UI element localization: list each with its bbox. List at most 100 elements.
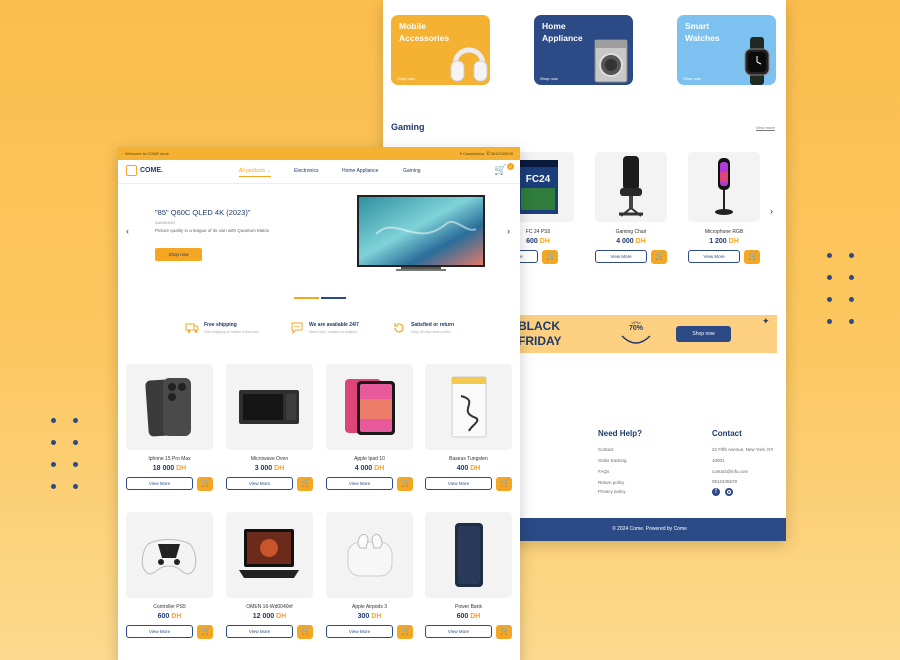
product-name: Baseus Tungsten xyxy=(449,456,488,462)
add-to-cart-button[interactable]: 🛒 xyxy=(496,477,512,491)
view-more-button[interactable]: View More xyxy=(425,477,492,490)
topbar-contact: ⌖ Casablanca ✆ 0612345678 xyxy=(459,151,513,156)
gaming-chair-icon xyxy=(619,156,643,217)
feature-subtitle: Free shipping on orders in Morocco xyxy=(204,330,260,334)
product-image[interactable] xyxy=(226,512,313,598)
product-image[interactable] xyxy=(595,152,667,222)
footer-link-privacy-policy[interactable]: Privacy policy xyxy=(598,489,626,494)
gaming-section-title: Gaming xyxy=(391,122,425,132)
product-image[interactable] xyxy=(326,512,413,598)
product-card: Microwave Oven 3 000 DH View More 🛒 xyxy=(226,364,313,491)
hero-prev-icon[interactable]: ‹ xyxy=(126,226,129,236)
truck-icon xyxy=(185,323,199,333)
location-icon: ⌖ xyxy=(459,151,462,156)
cart-icon[interactable]: 🛒 xyxy=(494,165,506,176)
gaming-view-more-link[interactable]: View more xyxy=(756,125,775,130)
view-more-button[interactable]: View More xyxy=(425,625,492,638)
carousel-next-icon[interactable]: › xyxy=(770,206,773,216)
add-to-cart-button[interactable]: 🛒 xyxy=(197,625,213,639)
facebook-icon[interactable]: f xyxy=(712,488,720,496)
brand-logo[interactable]: COME. xyxy=(126,165,163,176)
nav-electronics[interactable]: Electronics xyxy=(294,168,318,174)
product-price: 400 DH xyxy=(456,465,481,472)
category-shop-now[interactable]: Shop now xyxy=(397,76,415,81)
slider-indicator-active[interactable] xyxy=(294,297,319,299)
view-more-button[interactable]: View More xyxy=(126,477,193,490)
add-to-cart-button[interactable]: 🛒 xyxy=(651,250,667,264)
add-to-cart-button[interactable]: 🛒 xyxy=(496,625,512,639)
game-case-icon: FC24 xyxy=(518,160,558,214)
instagram-icon[interactable] xyxy=(725,488,733,496)
product-name: Power Bank xyxy=(455,604,482,610)
view-more-button[interactable]: View More xyxy=(326,477,393,490)
decorative-dots-left xyxy=(51,418,78,489)
hero-brand: SAMSUNG xyxy=(155,220,176,225)
product-name: Apple Airpods 3 xyxy=(351,604,388,610)
footer-email[interactable]: contact@info.com xyxy=(712,469,748,474)
product-image[interactable] xyxy=(226,364,313,450)
cart-icon: 🛒 xyxy=(201,626,211,635)
product-price: 3 000 DH xyxy=(254,465,285,472)
hero-next-icon[interactable]: › xyxy=(507,226,510,236)
view-more-button[interactable]: View More xyxy=(226,477,293,490)
product-image[interactable] xyxy=(425,364,512,450)
view-more-button[interactable]: View More xyxy=(126,625,193,638)
laptop-image xyxy=(239,529,299,578)
hero-title: "85" Q60C QLED 4K (2023)" xyxy=(155,208,251,217)
cart-icon: 🛒 xyxy=(500,626,510,635)
welcome-text: Welcome to COME store xyxy=(125,151,170,156)
category-shop-now[interactable]: Shop now xyxy=(540,76,558,81)
hero-slider: ‹ › "85" Q60C QLED 4K (2023)" SAMSUNG Pi… xyxy=(118,184,520,304)
add-to-cart-button[interactable]: 🛒 xyxy=(397,625,413,639)
product-price: 600 DH xyxy=(157,613,182,620)
category-card-home-appliance[interactable]: Home Appliance Shop now xyxy=(534,15,633,85)
hero-shop-now-button[interactable]: Shop now xyxy=(155,248,202,261)
add-to-cart-button[interactable]: 🛒 xyxy=(744,250,760,264)
product-price: 1 200 DH xyxy=(709,238,739,245)
footer-link-contact[interactable]: Contact xyxy=(598,447,614,452)
view-more-button[interactable]: View More xyxy=(326,625,393,638)
footer-link-faqs[interactable]: FAQs xyxy=(598,469,609,474)
add-to-cart-button[interactable]: 🛒 xyxy=(542,250,558,264)
smartwatch-icon xyxy=(744,37,770,85)
product-price: 18 000 DH xyxy=(152,465,187,472)
feature-free-shipping: Free shipping Free shipping on orders in … xyxy=(185,322,259,334)
category-card-mobile-accessories[interactable]: Mobile Accessories Shop now xyxy=(391,15,490,85)
add-to-cart-button[interactable]: 🛒 xyxy=(397,477,413,491)
category-title: Smart Watches xyxy=(685,21,720,43)
nav-home-appliance[interactable]: Home Appliance xyxy=(342,168,378,174)
return-icon xyxy=(394,323,404,333)
product-image[interactable] xyxy=(126,512,213,598)
promo-shop-now-button[interactable]: Shop now xyxy=(676,326,731,342)
add-to-cart-button[interactable]: 🛒 xyxy=(297,625,313,639)
cart-icon: 🛒 xyxy=(301,626,311,635)
category-shop-now[interactable]: Shop now xyxy=(683,76,701,81)
footer-link-return-policy[interactable]: Return policy xyxy=(598,480,624,485)
phone-icon: ✆ xyxy=(486,151,490,156)
view-more-button[interactable]: View More xyxy=(226,625,293,638)
view-more-button[interactable]: View More xyxy=(688,250,740,263)
product-card: Iphone 15 Pro Max 18 000 DH View More 🛒 xyxy=(126,364,213,491)
power-bank-image xyxy=(455,523,483,587)
discount-badge: UPto 70% xyxy=(620,320,652,348)
product-price: 4 000 DH xyxy=(616,238,646,245)
product-name: Microphone RGB xyxy=(704,229,744,235)
view-more-button[interactable]: View More xyxy=(595,250,647,263)
product-image[interactable] xyxy=(326,364,413,450)
product-image[interactable] xyxy=(126,364,213,450)
feature-available-24-7: We are available 24/7 Need help? contact … xyxy=(290,322,359,334)
product-card: Baseus Tungsten 400 DH View More 🛒 xyxy=(425,364,512,491)
black-friday-banner: BLACK FRIDAY UPto 70% Shop now ✦ xyxy=(518,315,777,353)
nav-all-products[interactable]: All products ⌄ xyxy=(239,168,271,177)
bag-logo-icon xyxy=(126,165,137,176)
main-navigation: COME. All products ⌄ Electronics Home Ap… xyxy=(118,160,520,184)
product-image[interactable] xyxy=(425,512,512,598)
add-to-cart-button[interactable]: 🛒 xyxy=(297,477,313,491)
footer-link-order-tracking[interactable]: Order tracking xyxy=(598,458,627,463)
category-card-smart-watches[interactable]: Smart Watches Shop now xyxy=(677,15,776,85)
slider-indicator[interactable] xyxy=(321,297,346,299)
cart-icon: 🛒 xyxy=(655,251,665,260)
product-image[interactable] xyxy=(688,152,760,222)
nav-gaming[interactable]: Gaming xyxy=(403,168,421,174)
add-to-cart-button[interactable]: 🛒 xyxy=(197,477,213,491)
